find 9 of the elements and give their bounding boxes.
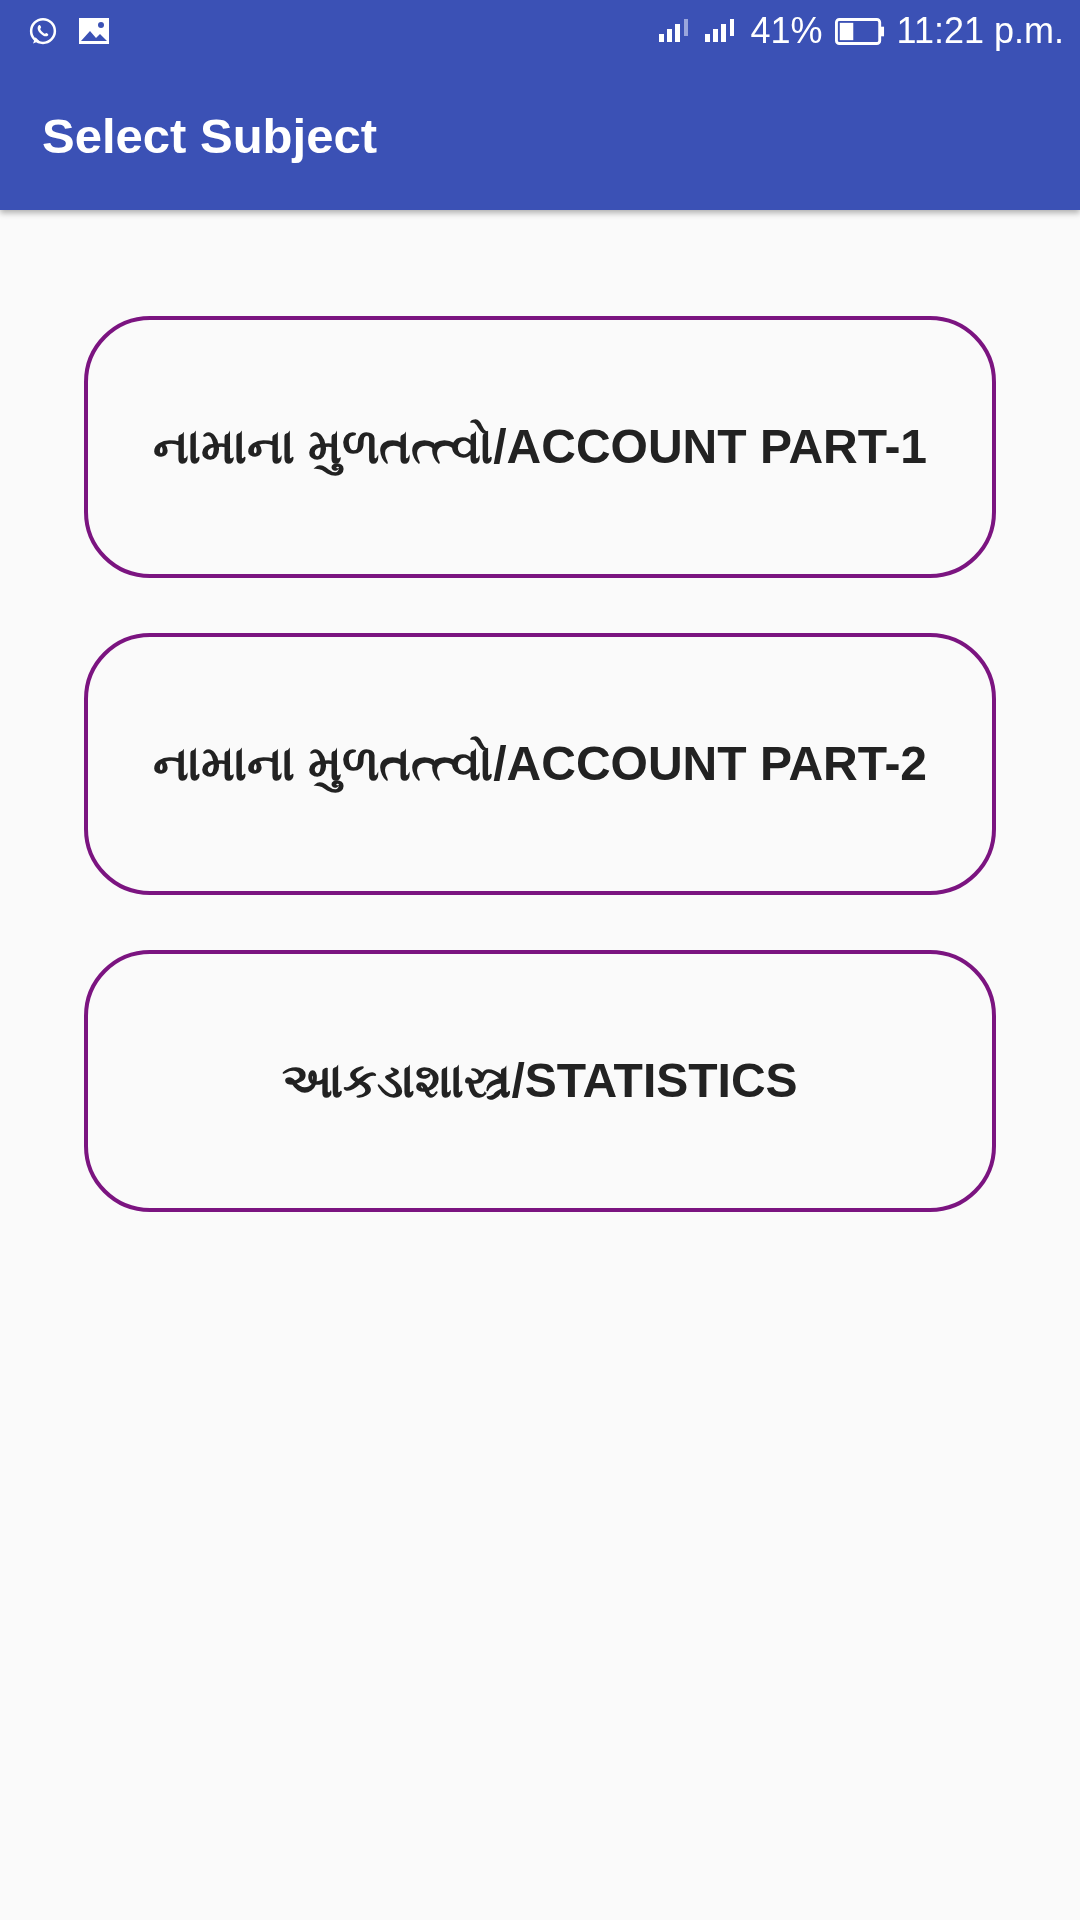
subject-button[interactable]: આકડાશાસ્ત્ર/STATISTICS bbox=[84, 950, 996, 1212]
screen-title: Select Subject bbox=[42, 108, 377, 164]
subject-button[interactable]: નામાના મુળતત્ત્વો/ACCOUNT PART-1 bbox=[84, 316, 996, 578]
battery-icon bbox=[834, 17, 885, 45]
image-icon bbox=[78, 17, 110, 45]
phone-chat-icon bbox=[28, 16, 58, 46]
subject-button[interactable]: નામાના મુળતત્ત્વો/ACCOUNT PART-2 bbox=[84, 633, 996, 895]
battery-percent: 41% bbox=[750, 10, 823, 52]
clock-time: 11:21 p.m. bbox=[896, 10, 1064, 52]
